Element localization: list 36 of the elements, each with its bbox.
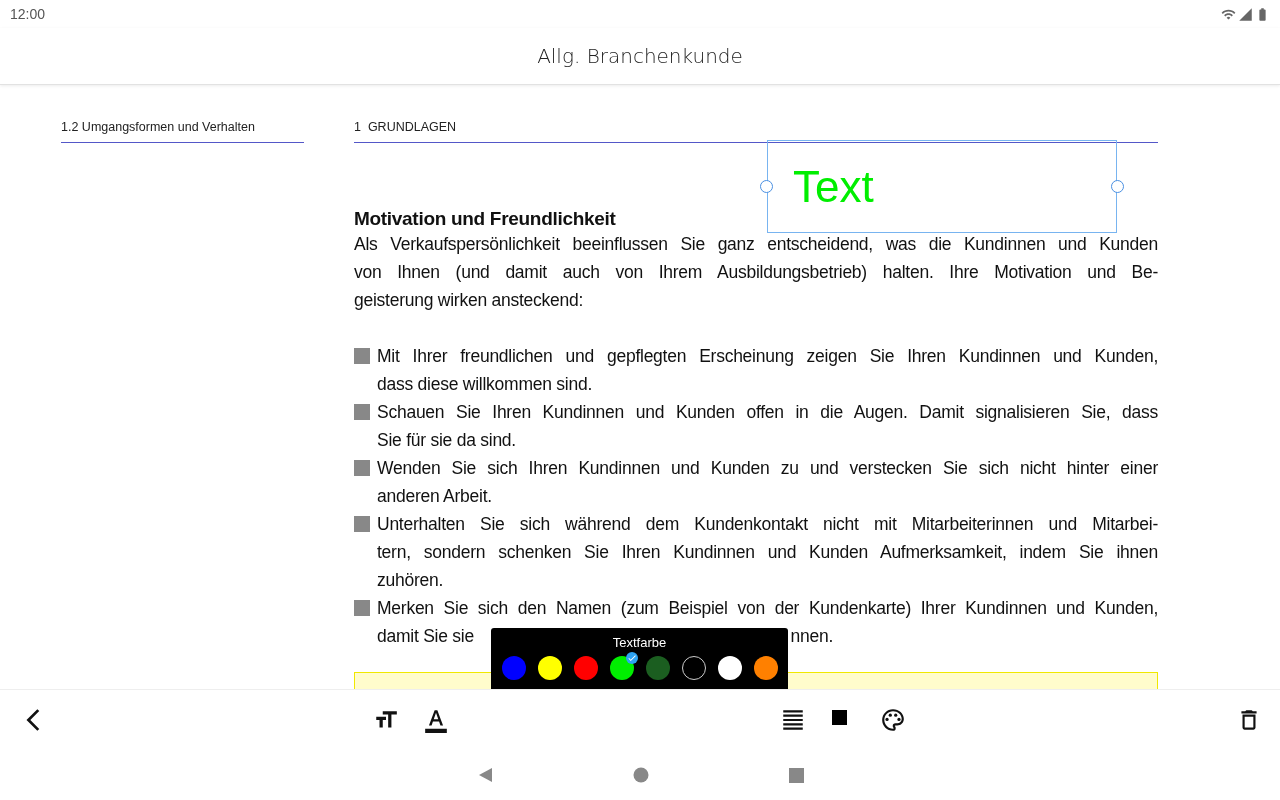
color-swatch[interactable]	[537, 656, 562, 680]
signal-icon	[1238, 6, 1253, 22]
palette-button[interactable]	[880, 707, 906, 733]
bullet-icon	[354, 460, 370, 476]
bullet-icon	[354, 348, 370, 364]
check-icon	[625, 652, 638, 664]
color-swatch[interactable]	[681, 656, 706, 680]
color-swatch[interactable]	[573, 656, 598, 680]
color-swatch[interactable]	[717, 656, 742, 680]
resize-handle[interactable]	[760, 180, 773, 193]
paragraph: Als Verkaufspersönlichkeit beeinflussen Sie ganz entscheidend, was die Kundinnen und Kunden von Ihnen (und damit auch von Ihrem Ausbildungsbetrieb) halten. Ihre Motivation und Be- geisterung wirken ansteckend:	[354, 233, 1158, 312]
bullet-icon	[354, 404, 370, 420]
bullet-text: Schauen Sie Ihren Kundinnen und Kunden offen in die Augen. Damit signalisieren Sie, dass Sie für sie da sind.	[377, 401, 1158, 452]
text-color-button[interactable]	[423, 707, 449, 733]
bullet-icon	[354, 600, 370, 616]
color-swatch[interactable]	[501, 656, 526, 680]
popup-title: Textfarbe	[612, 635, 667, 650]
section-heading: Motivation und Freundlichkeit	[354, 208, 617, 230]
bullet-text: Wenden Sie sich Ihren Kundinnen und Kunden zu und verstecken Sie sich nicht hinter einer anderen Arbeit.	[377, 457, 1158, 508]
color-swatch[interactable]	[645, 656, 670, 680]
text-annotation[interactable]: Text	[767, 140, 1117, 233]
recents-button[interactable]	[788, 767, 804, 783]
line-style-button[interactable]	[780, 707, 806, 733]
bullet-icon	[354, 516, 370, 532]
document-title: Allg. Branchenkunde	[537, 44, 743, 68]
bullet-text: damit Sie sie	[377, 625, 474, 648]
bullet-text: Unterhalten Sie sich während dem Kundenkontakt nicht mit Mitarbeiterinnen und Mitarbei- tern, sondern schenken Sie Ihren Kundinnen und Kunden Aufmerksamkeit, indem Sie ihnen zuhören.	[377, 513, 1158, 592]
home-button[interactable]	[632, 767, 649, 783]
resize-handle[interactable]	[1111, 180, 1124, 193]
color-swatch[interactable]	[753, 656, 778, 680]
running-header: 1.2 Umgangsformen und Verhalten	[61, 120, 304, 143]
clock: 12:00	[10, 6, 46, 22]
bullet-text: Merken Sie sich den Namen (zum Beispiel von der Kundenkarte) Ihrer Kundinnen und Kunden,	[377, 597, 1158, 620]
bullet-text: Mit Ihrer freundlichen und gepflegten Erscheinung zeigen Sie Ihren Kundinnen und Kunden, dass diese willkommen sind.	[377, 345, 1158, 396]
chapter-header: 1 GRUNDLAGEN	[354, 120, 1158, 143]
bullet-text: nnen.	[790, 625, 833, 648]
